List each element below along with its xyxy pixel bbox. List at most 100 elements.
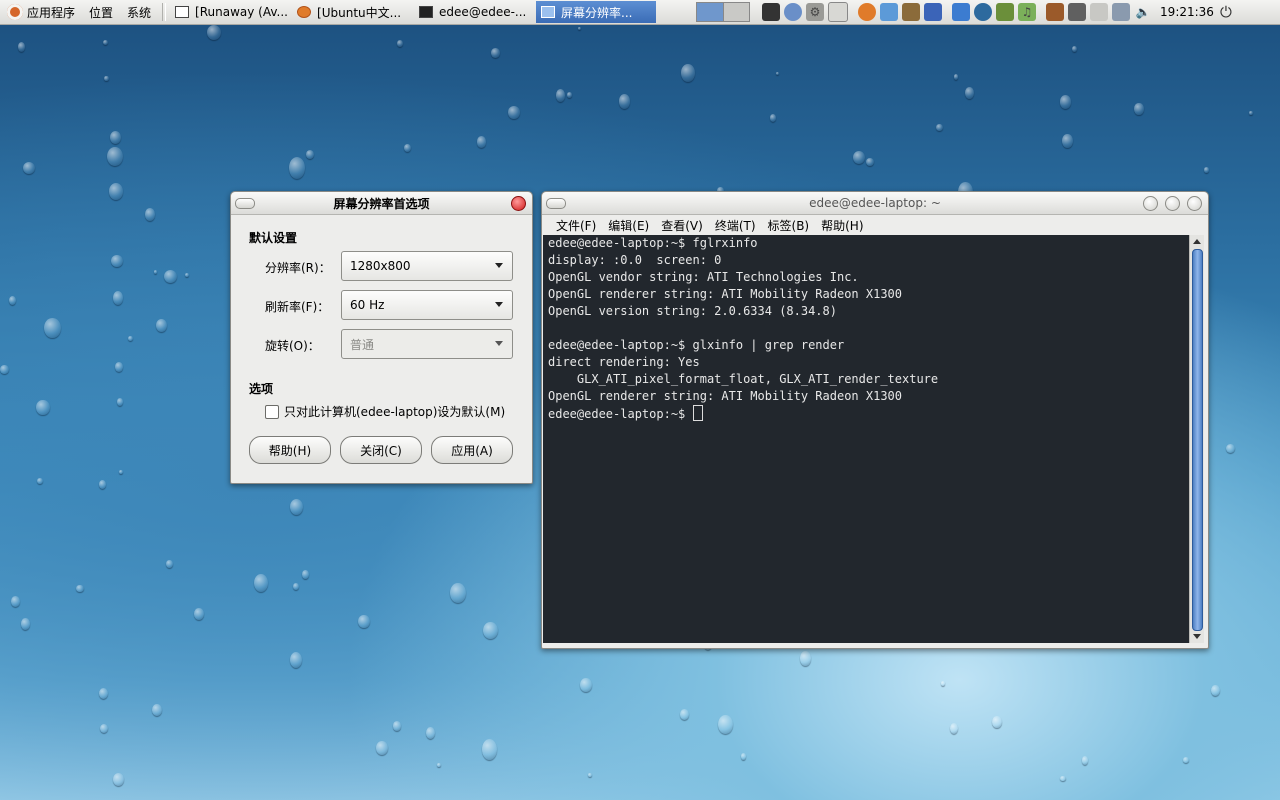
terminal-scrollbar[interactable]: [1189, 235, 1204, 643]
gimp-launcher-icon[interactable]: [902, 3, 921, 21]
workspace-switcher[interactable]: [696, 2, 751, 22]
taskbar-item-firefox[interactable]: [Ubuntu中文...: [292, 1, 412, 23]
menu-help[interactable]: 帮助(H): [821, 217, 863, 234]
close-window-button[interactable]: [1187, 196, 1202, 211]
raindrop: [555, 89, 566, 102]
raindrop: [775, 71, 779, 76]
rotation-value: 普通: [350, 337, 375, 352]
menu-tabs[interactable]: 标签(B): [768, 217, 810, 234]
raindrop: [145, 208, 156, 221]
network-status-icon[interactable]: [1112, 3, 1131, 21]
default-checkbox[interactable]: [265, 404, 279, 419]
wrench-launcher-icon[interactable]: [1046, 3, 1065, 21]
raindrop: [185, 272, 190, 278]
raindrop: [476, 136, 487, 148]
bird-launcher-icon[interactable]: [924, 3, 943, 21]
firefox-launcher-icon[interactable]: [858, 3, 877, 21]
options-heading: 选项: [249, 382, 274, 396]
resolution-combo[interactable]: 1280x800: [341, 251, 513, 281]
taskbar-item-runaway[interactable]: [Runaway (Av...: [170, 1, 290, 23]
raindrop: [112, 290, 123, 305]
panel-separator: [162, 3, 167, 21]
terminal-launcher-icon[interactable]: [762, 3, 781, 21]
raindrop: [193, 608, 205, 621]
raindrop: [1060, 776, 1066, 782]
terminal-line: OpenGL vendor string: ATI Technologies I…: [548, 270, 859, 284]
music-launcher-icon[interactable]: ♫: [1018, 3, 1037, 21]
network-launcher-icon[interactable]: [784, 3, 803, 21]
workspace-2[interactable]: [723, 3, 750, 21]
raindrop: [1059, 95, 1072, 109]
raindrop: [508, 106, 520, 119]
raindrop: [288, 156, 306, 180]
raindrop: [588, 772, 593, 778]
workspace-1[interactable]: [697, 3, 724, 21]
screenshot-launcher-icon[interactable]: [828, 2, 849, 22]
close-button[interactable]: 关闭(C): [340, 436, 422, 464]
scroll-down-icon[interactable]: [1193, 634, 1201, 639]
chat-launcher-icon[interactable]: [880, 3, 899, 21]
rotation-combo[interactable]: 普通: [341, 329, 513, 359]
menu-places[interactable]: 位置: [82, 0, 120, 24]
power-icon[interactable]: ⏻: [1220, 3, 1232, 21]
maximize-button[interactable]: [1165, 196, 1180, 211]
volume-icon[interactable]: 🔈: [1134, 3, 1152, 21]
resolution-dialog-titlebar[interactable]: 屏幕分辨率首选项: [231, 192, 532, 215]
book-launcher-icon[interactable]: [996, 3, 1015, 21]
terminal-line: edee@edee-laptop:~$ glxinfo | grep rende…: [548, 338, 845, 352]
raindrop: [567, 92, 573, 98]
raindrop: [741, 753, 747, 760]
battery-icon[interactable]: [1090, 3, 1109, 21]
resolution-label: 分辨率(R)：: [265, 261, 331, 275]
raindrop: [865, 157, 874, 166]
app-launcher-icon[interactable]: [974, 3, 993, 21]
raindrop: [289, 498, 303, 515]
terminal-title: edee@edee-laptop: ~: [809, 196, 941, 210]
apply-button[interactable]: 应用(A): [431, 436, 513, 464]
raindrop: [450, 583, 466, 604]
chevron-down-icon: [495, 341, 503, 346]
raindrop: [680, 708, 690, 720]
menu-applications[interactable]: 应用程序: [0, 0, 82, 24]
raindrop: [396, 40, 403, 48]
scrollbar-thumb[interactable]: [1192, 249, 1203, 631]
clock[interactable]: 19:21:36: [1160, 5, 1214, 19]
refresh-rate-combo[interactable]: 60 Hz: [341, 290, 513, 320]
settings-launcher-icon[interactable]: ⚙: [806, 3, 825, 21]
raindrop: [404, 144, 412, 153]
raindrop: [580, 678, 592, 693]
top-panel: 应用程序 位置 系统 [Runaway (Av... [Ubuntu中文... …: [0, 0, 1280, 25]
resolution-dialog-title: 屏幕分辨率首选项: [333, 196, 430, 211]
minimize-button[interactable]: [1143, 196, 1158, 211]
menu-view[interactable]: 查看(V): [661, 217, 703, 234]
help-button[interactable]: 帮助(H): [249, 436, 331, 464]
menu-system[interactable]: 系统: [120, 0, 158, 24]
terminal-titlebar[interactable]: edee@edee-laptop: ~: [542, 192, 1208, 215]
writer-launcher-icon[interactable]: [952, 3, 971, 21]
taskbar-item-terminal[interactable]: edee@edee-...: [414, 1, 534, 23]
raindrop: [104, 75, 109, 82]
raindrop: [936, 123, 943, 131]
raindrop: [111, 254, 123, 267]
raindrop: [1134, 103, 1144, 115]
raindrop: [376, 741, 389, 755]
taskbar-item-resolution[interactable]: 屏幕分辨率...: [536, 1, 657, 23]
menu-file[interactable]: 文件(F): [556, 217, 596, 234]
raindrop: [128, 335, 133, 342]
menu-edit[interactable]: 编辑(E): [608, 217, 649, 234]
raindrop: [1225, 443, 1235, 453]
raindrop: [953, 74, 959, 80]
tool-launcher-icon[interactable]: [1068, 3, 1087, 21]
terminal-output[interactable]: edee@edee-laptop:~$ fglrxinfo display: :…: [543, 235, 1189, 643]
launcher-tray: ⚙ ♫ 🔈: [760, 2, 1154, 22]
raindrop: [1210, 684, 1220, 697]
scroll-up-icon[interactable]: [1193, 239, 1201, 244]
raindrop: [1204, 166, 1209, 173]
raindrop: [800, 651, 811, 666]
menu-terminal[interactable]: 终端(T): [715, 217, 756, 234]
terminal-icon: [419, 6, 434, 18]
default-checkbox-row[interactable]: 只对此计算机(edee-laptop)设为默认(M): [265, 403, 505, 420]
raindrop: [153, 270, 157, 274]
close-window-button[interactable]: [511, 196, 526, 211]
